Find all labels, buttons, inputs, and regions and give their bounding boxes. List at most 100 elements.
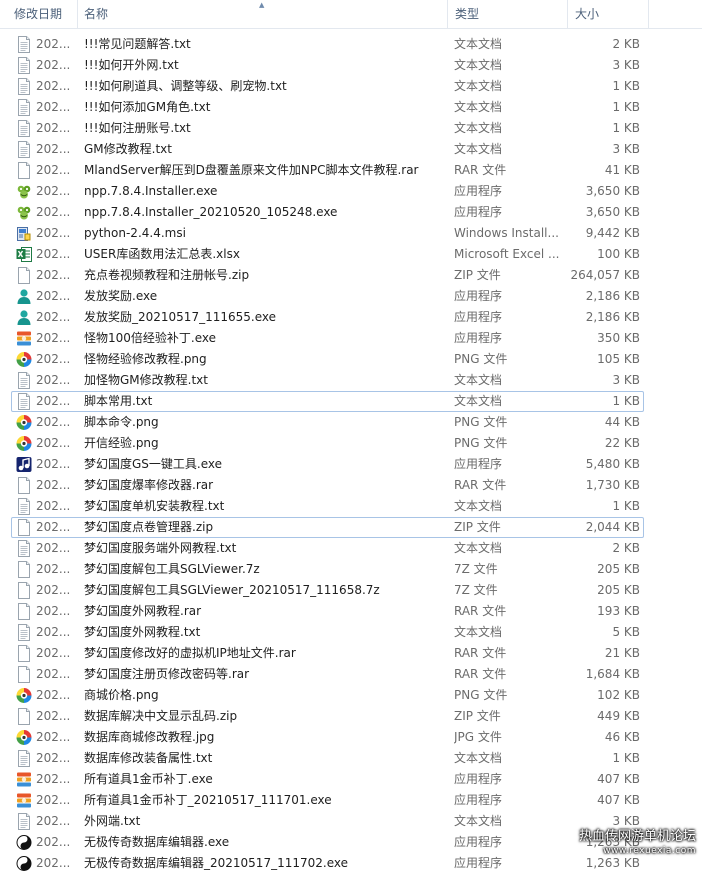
yinyang-app-icon bbox=[16, 834, 32, 851]
file-row[interactable]: 202... 怪物经验修改教程.png PNG 文件 105 KB bbox=[0, 349, 702, 370]
blank-file-icon bbox=[16, 582, 32, 599]
file-name: 梦幻国度点卷管理器.zip bbox=[84, 520, 214, 534]
file-date: 202... bbox=[36, 436, 71, 450]
file-row[interactable]: 202... 充点卷视频教程和注册帐号.zip ZIP 文件 264,057 KB bbox=[0, 265, 702, 286]
file-type: 应用程序 bbox=[454, 835, 503, 849]
file-row[interactable]: 202... 所有道具1金币补丁.exe 应用程序 407 KB bbox=[0, 769, 702, 790]
column-divider[interactable] bbox=[567, 0, 568, 28]
file-date: 202... bbox=[36, 331, 71, 345]
file-date: 202... bbox=[36, 226, 71, 240]
file-date: 202... bbox=[36, 835, 71, 849]
file-row[interactable]: 202... !!!常见问题解答.txt 文本文档 2 KB bbox=[0, 34, 702, 55]
file-row[interactable]: 202... 数据库解决中文显示乱码.zip ZIP 文件 449 KB bbox=[0, 706, 702, 727]
file-date: 202... bbox=[36, 667, 71, 681]
blank-file-icon bbox=[16, 267, 32, 284]
column-divider[interactable] bbox=[77, 0, 78, 28]
file-name: 梦幻国度外网教程.rar bbox=[84, 604, 202, 618]
file-row[interactable]: 202... 梦幻国度单机安装教程.txt 文本文档 1 KB bbox=[0, 496, 702, 517]
file-row[interactable]: 202... MlandServer解压到D盘覆盖原来文件加NPC脚本文件教程.r… bbox=[0, 160, 702, 181]
file-type: PNG 文件 bbox=[454, 688, 508, 702]
file-size: 102 KB bbox=[597, 688, 640, 702]
file-row[interactable]: 202... GM修改教程.txt 文本文档 3 KB bbox=[0, 139, 702, 160]
file-row[interactable]: 202... 加怪物GM修改教程.txt 文本文档 3 KB bbox=[0, 370, 702, 391]
file-name: 梦幻国度GS一键工具.exe bbox=[84, 457, 223, 471]
file-size: 2,186 KB bbox=[585, 289, 640, 303]
file-row[interactable]: 202... !!!如何添加GM角色.txt 文本文档 1 KB bbox=[0, 97, 702, 118]
file-name: 脚本命令.png bbox=[84, 415, 159, 429]
file-size: 3 KB bbox=[612, 58, 640, 72]
file-name: !!!如何开外网.txt bbox=[84, 58, 179, 72]
text-file-icon bbox=[16, 813, 32, 830]
file-row[interactable]: 202... npp.7.8.4.Installer_20210520_10524… bbox=[0, 202, 702, 223]
image-viewer-icon bbox=[16, 687, 32, 704]
file-type: 文本文档 bbox=[454, 373, 503, 387]
file-row[interactable]: 202... 发放奖励.exe 应用程序 2,186 KB bbox=[0, 286, 702, 307]
file-row[interactable]: 202... 梦幻国度爆率修改器.rar RAR 文件 1,730 KB bbox=[0, 475, 702, 496]
file-row[interactable]: 202... python-2.4.4.msi Windows Install...… bbox=[0, 223, 702, 244]
blank-file-icon bbox=[16, 603, 32, 620]
file-row[interactable]: 202... 怪物100倍经验补丁.exe 应用程序 350 KB bbox=[0, 328, 702, 349]
file-row[interactable]: 202... USER库函数用法汇总表.xlsx Microsoft Excel .… bbox=[0, 244, 702, 265]
file-name: 所有道具1金币补丁_20210517_111701.exe bbox=[84, 793, 332, 807]
file-date: 202... bbox=[36, 793, 71, 807]
file-name: 梦幻国度解包工具SGLViewer.7z bbox=[84, 562, 260, 576]
file-row[interactable]: 202... 梦幻国度外网教程.rar RAR 文件 193 KB bbox=[0, 601, 702, 622]
file-row[interactable]: 202... 梦幻国度修改好的虚拟机IP地址文件.rar RAR 文件 21 KB bbox=[0, 643, 702, 664]
file-row[interactable]: 202... 开信经验.png PNG 文件 22 KB bbox=[0, 433, 702, 454]
column-divider[interactable] bbox=[648, 0, 649, 28]
text-file-icon bbox=[16, 540, 32, 557]
file-row[interactable]: 202... 所有道具1金币补丁_20210517_111701.exe 应用程序 4… bbox=[0, 790, 702, 811]
file-row[interactable]: 202... 数据库商城修改教程.jpg JPG 文件 46 KB bbox=[0, 727, 702, 748]
file-size: 3 KB bbox=[612, 373, 640, 387]
file-size: 2,044 KB bbox=[585, 520, 640, 534]
file-row[interactable]: 202... 梦幻国度外网教程.txt 文本文档 5 KB bbox=[0, 622, 702, 643]
file-type: Microsoft Excel ... bbox=[454, 247, 560, 261]
file-row[interactable]: 202... 发放奖励_20210517_111655.exe 应用程序 2,186 … bbox=[0, 307, 702, 328]
column-header-type[interactable]: 类型 bbox=[455, 0, 555, 28]
file-date: 202... bbox=[36, 814, 71, 828]
watermark-url: www.rexuexia.com bbox=[603, 846, 696, 856]
file-row[interactable]: 202... !!!如何注册账号.txt 文本文档 1 KB bbox=[0, 118, 702, 139]
file-row[interactable]: 202... !!!如何刷道具、调整等级、刷宠物.txt 文本文档 1 KB bbox=[0, 76, 702, 97]
file-name: USER库函数用法汇总表.xlsx bbox=[84, 247, 240, 261]
file-size: 1 KB bbox=[612, 79, 640, 93]
file-name: !!!如何注册账号.txt bbox=[84, 121, 191, 135]
file-type: PNG 文件 bbox=[454, 415, 508, 429]
column-header-date[interactable]: 修改日期 bbox=[14, 0, 74, 28]
file-name: 数据库商城修改教程.jpg bbox=[84, 730, 215, 744]
file-row[interactable]: 202... 梦幻国度GS一键工具.exe 应用程序 5,480 KB bbox=[0, 454, 702, 475]
file-type: 7Z 文件 bbox=[454, 583, 498, 597]
file-row[interactable]: 202... 数据库修改装备属性.txt 文本文档 1 KB bbox=[0, 748, 702, 769]
column-header-size[interactable]: 大小 bbox=[575, 0, 635, 28]
file-name: 梦幻国度服务端外网教程.txt bbox=[84, 541, 237, 555]
file-date: 202... bbox=[36, 730, 71, 744]
file-date: 202... bbox=[36, 205, 71, 219]
file-date: 202... bbox=[36, 751, 71, 765]
file-row[interactable]: 202... 梦幻国度服务端外网教程.txt 文本文档 2 KB bbox=[0, 538, 702, 559]
column-divider[interactable] bbox=[447, 0, 448, 28]
file-date: 202... bbox=[36, 163, 71, 177]
file-row[interactable]: 202... 梦幻国度注册页修改密码等.rar RAR 文件 1,684 KB bbox=[0, 664, 702, 685]
file-size: 3 KB bbox=[612, 142, 640, 156]
file-size: 105 KB bbox=[597, 352, 640, 366]
file-row[interactable]: 202... 脚本命令.png PNG 文件 44 KB bbox=[0, 412, 702, 433]
file-name: 外网端.txt bbox=[84, 814, 141, 828]
file-row[interactable]: 202... !!!如何开外网.txt 文本文档 3 KB bbox=[0, 55, 702, 76]
file-name: 梦幻国度爆率修改器.rar bbox=[84, 478, 214, 492]
file-date: 202... bbox=[36, 247, 71, 261]
image-viewer-icon bbox=[16, 435, 32, 452]
file-date: 202... bbox=[36, 604, 71, 618]
file-row[interactable]: 202... npp.7.8.4.Installer.exe 应用程序 3,650 K… bbox=[0, 181, 702, 202]
file-row[interactable]: 202... 梦幻国度解包工具SGLViewer_20210517_111658.… bbox=[0, 580, 702, 601]
file-row[interactable]: 202... 梦幻国度解包工具SGLViewer.7z 7Z 文件 205 KB bbox=[0, 559, 702, 580]
file-row[interactable]: 202... 商城价格.png PNG 文件 102 KB bbox=[0, 685, 702, 706]
file-row[interactable]: 202... 梦幻国度点卷管理器.zip ZIP 文件 2,044 KB bbox=[0, 517, 702, 538]
image-viewer-icon bbox=[16, 414, 32, 431]
file-name: 梦幻国度解包工具SGLViewer_20210517_111658.7z bbox=[84, 583, 380, 597]
file-type: 文本文档 bbox=[454, 751, 503, 765]
file-size: 21 KB bbox=[604, 646, 640, 660]
column-header-name[interactable]: 名称 bbox=[84, 0, 384, 28]
file-row[interactable]: 202... 脚本常用.txt 文本文档 1 KB bbox=[0, 391, 702, 412]
text-file-icon bbox=[16, 57, 32, 74]
file-type: 文本文档 bbox=[454, 394, 503, 408]
